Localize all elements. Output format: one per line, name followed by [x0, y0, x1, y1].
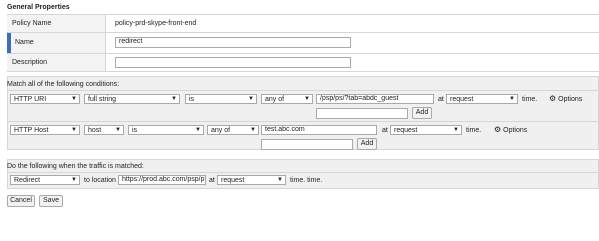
chevron-down-icon: ▼	[248, 96, 254, 102]
condition-1-at-label: at	[438, 96, 444, 103]
description-label: Description	[12, 59, 48, 66]
condition-1-selector-select[interactable]: full string ▼	[84, 94, 180, 104]
condition-2-at-label: at	[382, 127, 388, 134]
gear-icon: ⚙	[549, 94, 557, 103]
condition-1-value-input[interactable]: /psp/ps/?tab=abdc_guest	[316, 94, 434, 104]
condition-1-options-link[interactable]: ⚙ Options	[549, 94, 599, 104]
name-label: Name	[15, 39, 34, 46]
chevron-down-icon: ▼	[277, 177, 283, 183]
action-at-label: at	[209, 177, 215, 184]
condition-2-operand-select[interactable]: is ▼	[128, 125, 204, 135]
chevron-down-icon: ▼	[509, 96, 515, 102]
condition-1-time-label: time.	[522, 96, 538, 103]
condition-2-add-input[interactable]	[261, 139, 353, 150]
chevron-down-icon: ▼	[71, 177, 77, 183]
condition-1-add-button[interactable]: Add	[412, 107, 432, 119]
action-value: Redirect	[14, 177, 41, 184]
location-value: https://prod.abc.com/psp/p	[122, 176, 205, 183]
condition-2-selector: host	[88, 127, 102, 134]
actions-title: Do the following when the traffic is mat…	[7, 163, 144, 170]
condition-2-value: test.abc.com	[265, 126, 305, 133]
condition-1-at-value: request	[450, 96, 474, 103]
condition-1-match-select[interactable]: any of ▼	[261, 94, 313, 104]
condition-1-value: /psp/ps/?tab=abdc_guest	[320, 95, 399, 102]
condition-1-match: any of	[265, 96, 285, 103]
policy-name-label: Policy Name	[12, 20, 52, 27]
save-button-label: Save	[43, 197, 59, 204]
section-title-general: General Properties	[7, 4, 70, 11]
condition-1-options-label: Options	[558, 96, 583, 103]
condition-2-selector-select[interactable]: host ▼	[84, 125, 124, 135]
condition-2-operand: is	[132, 127, 138, 134]
condition-2-time-label: time.	[466, 127, 482, 134]
conditions-title: Match all of the following conditions:	[7, 81, 120, 88]
cancel-button-label: Cancel	[10, 197, 32, 204]
name-input-value: redirect	[119, 38, 143, 45]
active-row-marker	[7, 33, 11, 53]
gear-icon: ⚙	[494, 125, 502, 134]
chevron-down-icon: ▼	[195, 127, 201, 133]
condition-1-at-select[interactable]: request ▼	[446, 94, 518, 104]
condition-2-type: HTTP Host	[14, 127, 49, 134]
condition-2-at-value: request	[394, 127, 418, 134]
location-input[interactable]: https://prod.abc.com/psp/p	[118, 175, 206, 185]
to-location-label: to location	[84, 177, 116, 184]
condition-1-operand: is	[189, 96, 195, 103]
condition-1-add-label: Add	[415, 109, 429, 116]
condition-2-add-label: Add	[360, 140, 374, 147]
condition-2-match: any of	[211, 127, 231, 134]
policy-name-value: policy-prd-skype-front-end	[115, 20, 197, 27]
chevron-down-icon: ▼	[453, 127, 459, 133]
condition-1-selector: full string	[88, 96, 117, 103]
chevron-down-icon: ▼	[115, 127, 121, 133]
condition-2-value-input[interactable]: test.abc.com	[261, 125, 377, 135]
action-at-select[interactable]: request ▼	[217, 175, 286, 185]
save-button[interactable]: Save	[39, 195, 63, 207]
chevron-down-icon: ▼	[171, 96, 177, 102]
condition-2-options-label: Options	[503, 127, 528, 134]
condition-1-add-input[interactable]	[316, 108, 408, 119]
condition-1-operand-select[interactable]: is ▼	[185, 94, 257, 104]
chevron-down-icon: ▼	[250, 127, 256, 133]
condition-2-at-select[interactable]: request ▼	[390, 125, 462, 135]
chevron-down-icon: ▼	[304, 96, 310, 102]
chevron-down-icon: ▼	[71, 127, 77, 133]
condition-2-match-select[interactable]: any of ▼	[207, 125, 259, 135]
condition-1-type-select[interactable]: HTTP URI ▼	[10, 94, 80, 104]
action-at-value: request	[221, 177, 245, 184]
condition-2-add-button[interactable]: Add	[357, 138, 377, 150]
cancel-button[interactable]: Cancel	[7, 195, 35, 207]
condition-2-type-select[interactable]: HTTP Host ▼	[10, 125, 80, 135]
chevron-down-icon: ▼	[71, 96, 77, 102]
action-time-label: time. time.	[290, 177, 323, 184]
condition-2-options-link[interactable]: ⚙ Options	[494, 125, 544, 135]
action-select[interactable]: Redirect ▼	[10, 175, 80, 185]
name-input[interactable]: redirect	[115, 37, 351, 48]
description-input[interactable]	[115, 57, 351, 68]
condition-1-type: HTTP URI	[14, 96, 47, 103]
